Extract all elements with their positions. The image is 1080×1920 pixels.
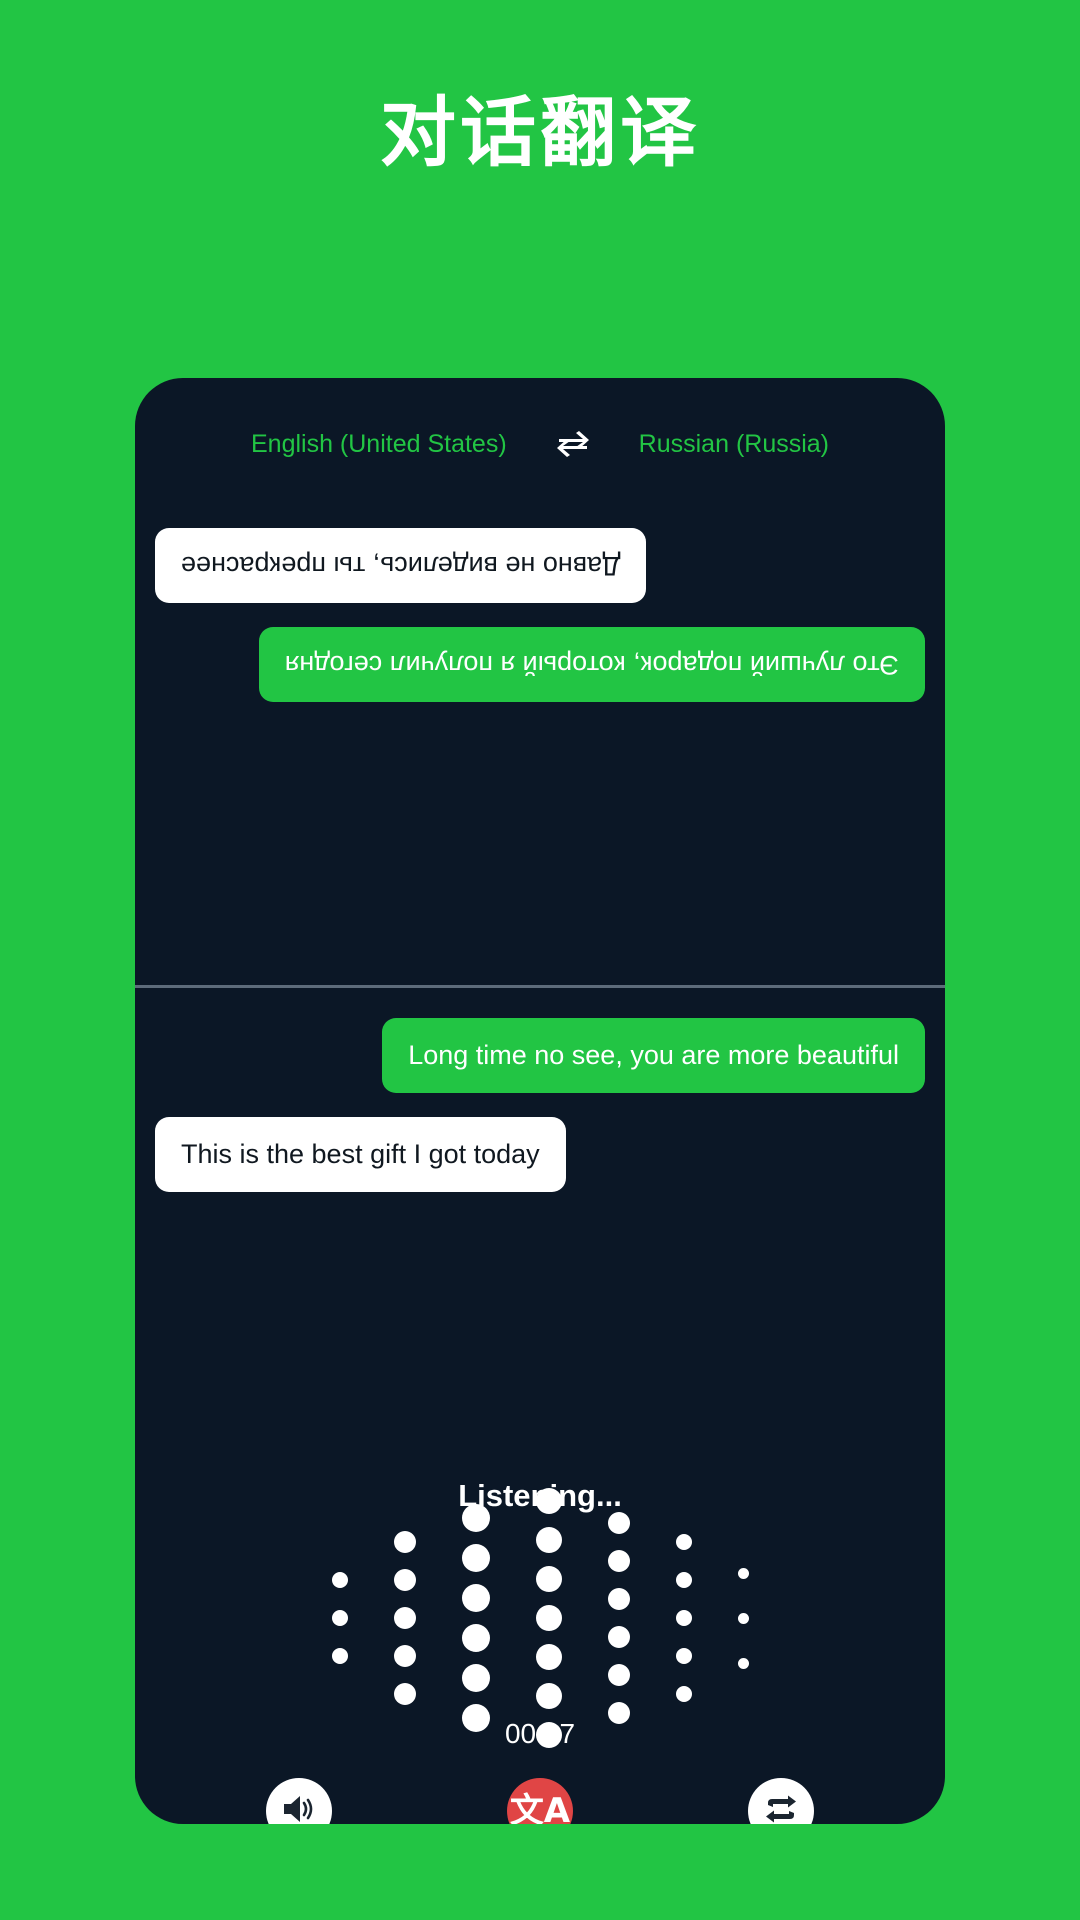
message-row: Давно не виделись, ты прекраснее <box>155 528 925 604</box>
waveform-dot <box>675 1572 692 1588</box>
message-bubble[interactable]: Это лучший подарок, который я получил се… <box>258 627 925 703</box>
speaker-on-icon <box>282 1794 316 1825</box>
page-title: 对话翻译 <box>380 88 700 177</box>
waveform-dot <box>535 1605 562 1631</box>
waveform-column <box>535 1488 562 1748</box>
waveform-dot <box>675 1610 692 1626</box>
translate-icon: 文A <box>509 1791 571 1824</box>
waveform-dot <box>737 1657 749 1669</box>
waveform-column <box>393 1531 416 1705</box>
waveform-dot <box>393 1683 416 1705</box>
message-bubble[interactable]: Long time no see, you are more beautiful <box>382 1018 925 1094</box>
message-row: This is the best gift I got today <box>155 1117 925 1193</box>
waveform-dot <box>675 1648 692 1664</box>
message-bubble[interactable]: This is the best gift I got today <box>155 1117 566 1193</box>
waveform-column <box>737 1567 749 1669</box>
waveform-column <box>607 1512 630 1724</box>
waveform-dot <box>607 1588 630 1610</box>
waveform-column <box>331 1572 348 1664</box>
speaker-button-circle[interactable] <box>266 1778 333 1825</box>
waveform-dot <box>461 1624 490 1652</box>
waveform-dot <box>331 1610 348 1626</box>
remote-conversation-panel: Это лучший подарок, который я получил се… <box>135 488 945 980</box>
recording-timer: 00:17 <box>504 1718 576 1749</box>
waveform-dot <box>393 1531 416 1553</box>
source-language-button[interactable]: English (United States) <box>251 430 507 459</box>
waveform-dot <box>535 1527 562 1553</box>
waveform-dot <box>393 1569 416 1591</box>
speaker-toggle-button[interactable]: Speaker is on <box>199 1778 399 1824</box>
waveform-dot <box>535 1566 562 1592</box>
message-row: Это лучший подарок, который я получил се… <box>155 627 925 703</box>
conversation-divider <box>135 985 945 988</box>
waveform-dot <box>393 1645 416 1667</box>
waveform-dot <box>737 1567 749 1579</box>
swap-repeat-icon <box>764 1795 798 1825</box>
waveform-dot <box>461 1584 490 1612</box>
waveform-dot <box>535 1683 562 1709</box>
waveform-dot <box>461 1544 490 1572</box>
swap-horizontal-icon[interactable] <box>553 424 593 464</box>
quit-button[interactable]: 文A Quit <box>440 1778 640 1824</box>
waveform-dot <box>607 1512 630 1534</box>
toggle-button[interactable]: Toggle <box>681 1778 881 1824</box>
waveform-dot <box>535 1488 562 1514</box>
waveform-dot <box>331 1648 348 1664</box>
control-bar: Speaker is on 文A Quit Toggle <box>135 1778 945 1824</box>
waveform-dot <box>737 1612 749 1624</box>
quit-button-circle[interactable]: 文A <box>506 1778 573 1824</box>
target-language-button[interactable]: Russian (Russia) <box>639 430 829 459</box>
waveform-dot <box>675 1686 692 1702</box>
waveform-dot <box>535 1644 562 1670</box>
language-selector-row: English (United States) Russian (Russia) <box>135 416 945 472</box>
waveform-dot <box>461 1504 490 1532</box>
waveform-dot <box>461 1664 490 1692</box>
waveform-dot <box>607 1626 630 1648</box>
phone-panel: English (United States) Russian (Russia)… <box>135 378 945 1824</box>
message-row: Long time no see, you are more beautiful <box>155 1018 925 1094</box>
waveform-dot <box>675 1534 692 1550</box>
waveform-dot <box>607 1550 630 1572</box>
toggle-button-circle[interactable] <box>747 1778 814 1825</box>
audio-waveform-visualizer <box>135 1488 945 1748</box>
message-bubble[interactable]: Давно не виделись, ты прекраснее <box>155 528 647 604</box>
waveform-column <box>461 1504 490 1732</box>
local-conversation-panel: Long time no see, you are more beautiful… <box>135 1000 945 1300</box>
waveform-dot <box>607 1664 630 1686</box>
waveform-dot <box>331 1572 348 1588</box>
waveform-column <box>675 1534 692 1702</box>
waveform-dot <box>393 1607 416 1629</box>
